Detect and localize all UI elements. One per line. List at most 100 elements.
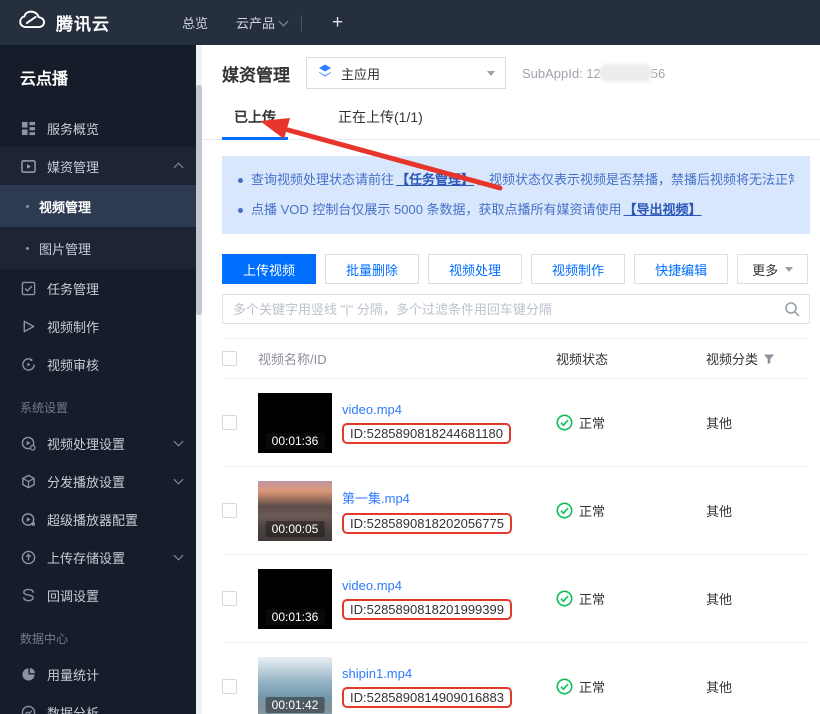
status-cell: 正常 (556, 589, 706, 608)
task-management-link[interactable]: 【任务管理】 (396, 165, 474, 195)
video-table: 视频名称/ID 视频状态 视频分类 00:01:36 (222, 338, 810, 714)
category-cell: 其他 (706, 589, 810, 608)
sidebar-item-video-review[interactable]: 视频审核 (0, 345, 196, 383)
video-thumbnail[interactable]: 00:00:05 (258, 481, 332, 541)
sidebar-item-image-management[interactable]: 图片管理 (0, 227, 196, 269)
topbar: 腾讯云 总览 云产品 + (0, 0, 820, 45)
app-selector-dropdown[interactable]: 主应用 (306, 57, 506, 89)
bullet-dot-icon (26, 205, 29, 208)
video-thumbnail[interactable]: 00:01:36 (258, 393, 332, 453)
sidebar-section-system: 系统设置 (0, 383, 196, 424)
nav-products[interactable]: 云产品 (236, 13, 287, 32)
category-cell: 其他 (706, 677, 810, 696)
table-row[interactable]: 00:01:36 video.mp4 ID:528589081824468118… (222, 379, 810, 467)
status-cell: 正常 (556, 501, 706, 520)
filter-funnel-icon[interactable] (763, 353, 775, 365)
export-video-link[interactable]: 【导出视频】 (624, 195, 702, 225)
video-id-highlighted: ID:5285890818244681180 (342, 423, 511, 444)
status-ok-icon (556, 414, 573, 431)
tab-uploading[interactable]: 正在上传(1/1) (326, 101, 435, 139)
video-name-link[interactable]: video.mp4 (342, 578, 512, 593)
video-produce-button[interactable]: 视频制作 (531, 254, 625, 284)
search-bar (222, 294, 810, 324)
video-name-link[interactable]: 第一集.mp4 (342, 488, 512, 507)
table-row[interactable]: 00:01:36 video.mp4 ID:528589081820199939… (222, 555, 810, 643)
sidebar-item-upload-storage-settings[interactable]: 上传存储设置 (0, 538, 196, 576)
sidebar-item-data-analysis[interactable]: 数据分析 (0, 693, 196, 714)
duration-badge: 00:01:36 (266, 433, 325, 449)
sidebar-item-callback-settings[interactable]: 回调设置 (0, 576, 196, 614)
video-id-highlighted: ID:5285890818201999399 (342, 599, 512, 620)
process-settings-icon (20, 435, 37, 452)
sidebar-item-task-management[interactable]: 任务管理 (0, 269, 196, 307)
batch-delete-button[interactable]: 批量删除 (325, 254, 419, 284)
sidebar-item-media-management[interactable]: 媒资管理 (0, 147, 196, 185)
upload-circle-icon (20, 549, 37, 566)
video-name-link[interactable]: video.mp4 (342, 402, 511, 417)
bullet-dot-icon (238, 178, 243, 183)
bullet-dot-icon (238, 208, 243, 213)
tab-uploaded[interactable]: 已上传 (222, 101, 288, 139)
header-status: 视频状态 (556, 349, 706, 368)
status-ok-icon (556, 502, 573, 519)
row-checkbox[interactable] (222, 679, 237, 694)
sidebar-item-overview[interactable]: 服务概览 (0, 109, 196, 147)
notice-box: 查询视频处理状态请前往 【任务管理】 ，视频状态仅表示视频是否禁播，禁播后视频将… (222, 156, 810, 234)
select-all-checkbox[interactable] (222, 351, 237, 366)
category-cell: 其他 (706, 413, 810, 432)
sidebar-item-video-management[interactable]: 视频管理 (0, 185, 196, 227)
status-text: 正常 (579, 501, 605, 520)
pie-chart-icon (20, 666, 37, 683)
add-tab-button[interactable]: + (332, 12, 343, 34)
page-title: 媒资管理 (222, 61, 290, 86)
play-outline-icon (20, 318, 37, 335)
sidebar-item-video-process-settings[interactable]: 视频处理设置 (0, 424, 196, 462)
row-checkbox[interactable] (222, 415, 237, 430)
grid-icon (20, 120, 37, 137)
app-selector-value: 主应用 (341, 64, 479, 83)
page-header: 媒资管理 主应用 SubAppId: 1256 (202, 45, 820, 101)
duration-badge: 00:00:05 (266, 521, 325, 537)
status-cell: 正常 (556, 677, 706, 696)
topbar-nav: 总览 云产品 (182, 13, 287, 32)
tab-bar: 已上传 正在上传(1/1) (202, 101, 820, 140)
video-id-highlighted: ID:5285890814909016883 (342, 687, 512, 708)
sidebar-item-usage-stats[interactable]: 用量统计 (0, 655, 196, 693)
caret-down-icon (487, 71, 495, 76)
upload-video-button[interactable]: 上传视频 (222, 254, 316, 284)
vod-console-window: 腾讯云 总览 云产品 + 云点播 服务概览 (0, 0, 820, 714)
main-content: 媒资管理 主应用 SubAppId: 1256 已上传 正在上传(1/1) (202, 45, 820, 714)
table-row[interactable]: 00:00:05 第一集.mp4 ID:5285890818202056775 … (222, 467, 810, 555)
status-text: 正常 (579, 413, 605, 432)
quick-edit-button[interactable]: 快捷编辑 (634, 254, 728, 284)
task-checkbox-icon (20, 280, 37, 297)
sidebar-item-distribution-settings[interactable]: 分发播放设置 (0, 462, 196, 500)
notice-line-1: 查询视频处理状态请前往 【任务管理】 ，视频状态仅表示视频是否禁播，禁播后视频将… (238, 165, 794, 195)
video-process-button[interactable]: 视频处理 (428, 254, 522, 284)
row-checkbox[interactable] (222, 503, 237, 518)
video-thumbnail[interactable]: 00:01:42 (258, 657, 332, 714)
sidebar-item-video-produce[interactable]: 视频制作 (0, 307, 196, 345)
layers-icon (317, 63, 333, 84)
video-thumbnail[interactable]: 00:01:36 (258, 569, 332, 629)
chevron-down-icon (174, 437, 184, 447)
video-name-link[interactable]: shipin1.mp4 (342, 666, 512, 681)
chevron-down-icon (174, 475, 184, 485)
search-icon[interactable] (784, 301, 800, 322)
brand-name: 腾讯云 (56, 10, 110, 35)
brand[interactable]: 腾讯云 (0, 9, 182, 36)
status-cell: 正常 (556, 413, 706, 432)
sidebar-section-data-center: 数据中心 (0, 614, 196, 655)
status-ok-icon (556, 678, 573, 695)
notice-line-2: 点播 VOD 控制台仅展示 5000 条数据，获取点播所有媒资请使用 【导出视频… (238, 195, 794, 225)
nav-overview[interactable]: 总览 (182, 13, 208, 32)
sidebar-item-superplayer-config[interactable]: 超级播放器配置 (0, 500, 196, 538)
search-input[interactable] (222, 294, 810, 324)
bullet-dot-icon (26, 247, 29, 250)
table-row[interactable]: 00:01:42 shipin1.mp4 ID:5285890814909016… (222, 643, 810, 714)
data-analysis-icon (20, 704, 37, 714)
subappid-label: SubAppId: 1256 (522, 64, 665, 82)
more-button[interactable]: 更多 (737, 254, 808, 284)
redacted-blur (599, 64, 653, 82)
row-checkbox[interactable] (222, 591, 237, 606)
